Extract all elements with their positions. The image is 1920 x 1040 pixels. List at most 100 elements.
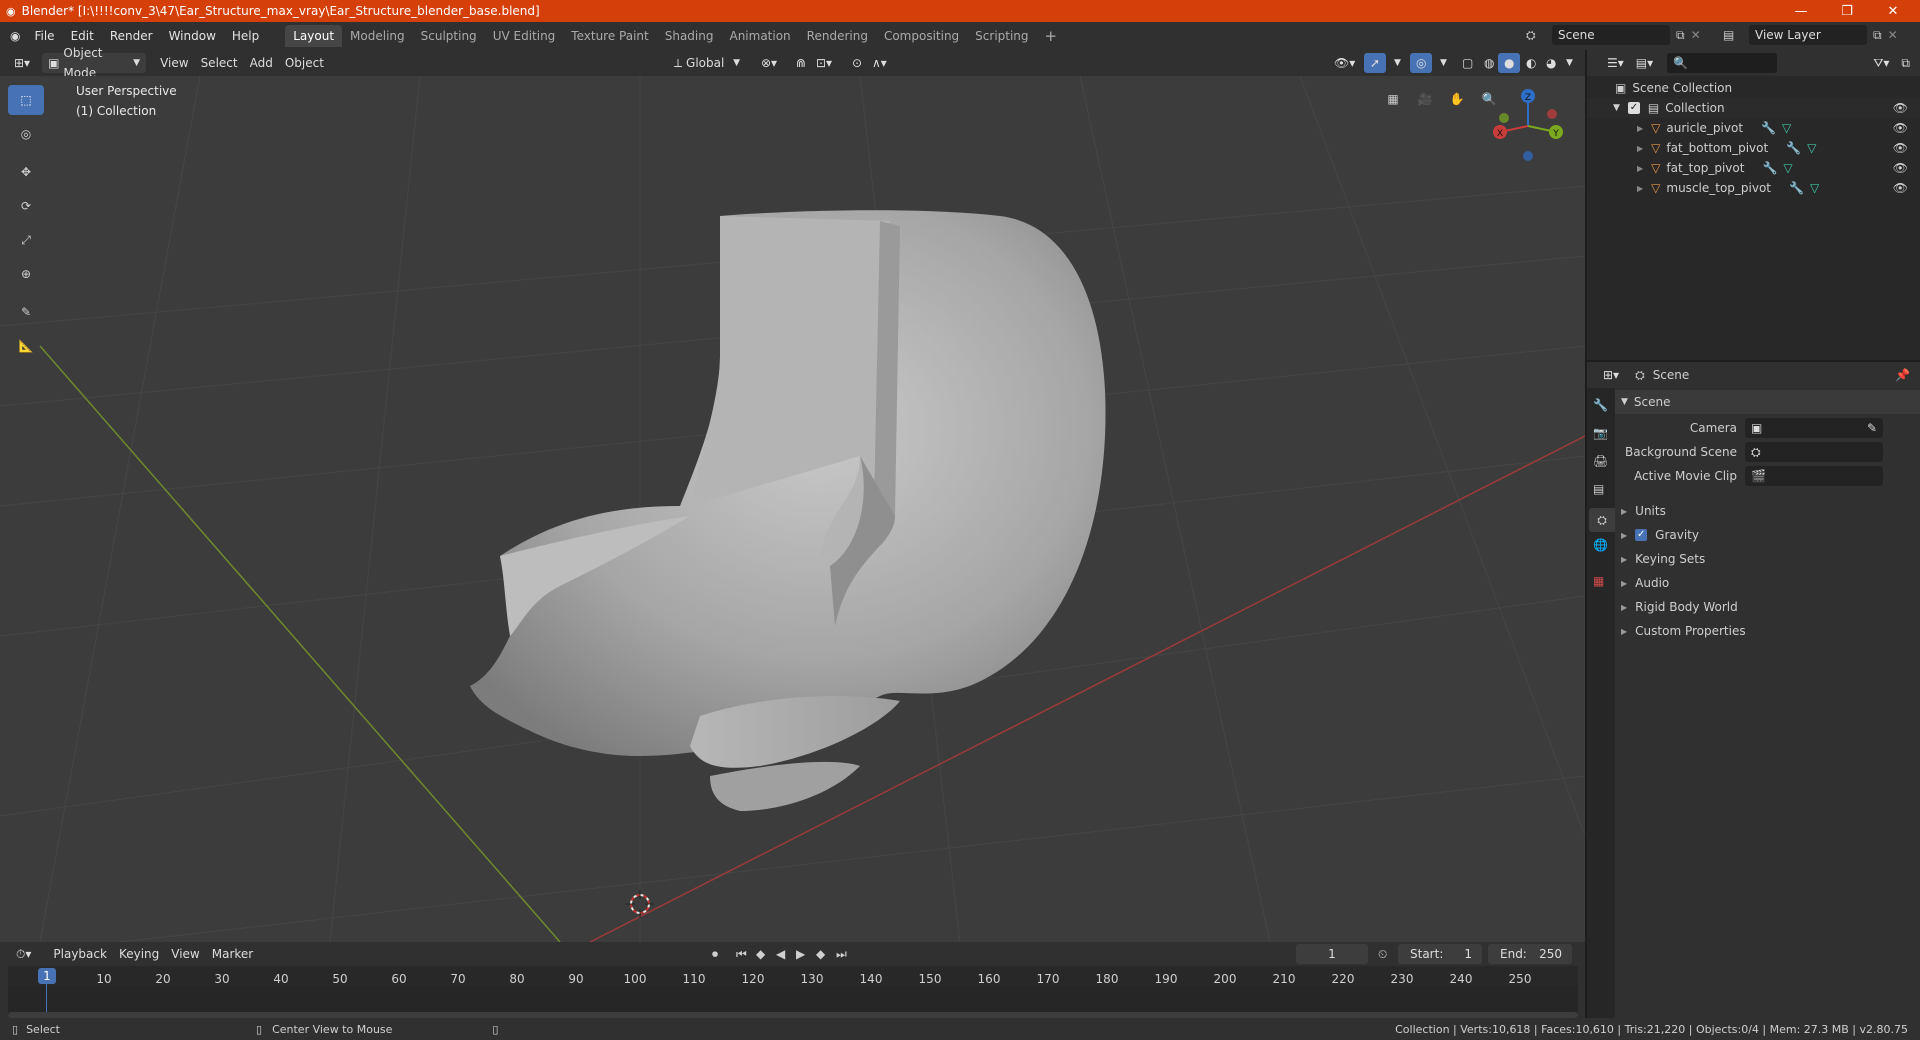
scene-panel-title[interactable]: Scene	[1634, 395, 1671, 409]
expand-icon[interactable]: ▶	[1621, 603, 1627, 612]
outliner-search-field[interactable]: 🔍	[1667, 53, 1778, 73]
add-workspace-button[interactable]: +	[1037, 25, 1066, 47]
eye-icon[interactable]: 👁	[1893, 141, 1908, 155]
eye-icon[interactable]: 👁	[1893, 101, 1908, 115]
pan-view-icon[interactable]: ✋	[1444, 86, 1470, 112]
outliner-filter-icon[interactable]: ⛛▾	[1867, 53, 1895, 73]
perspective-toggle-icon[interactable]: ▦	[1380, 86, 1406, 112]
scene-delete-icon[interactable]: ✕	[1691, 28, 1701, 42]
rotate-tool-icon[interactable]: ⟳	[8, 191, 44, 221]
view-layer-browse-icon[interactable]: ▤	[1723, 28, 1749, 42]
falloff-icon[interactable]: ∧▾	[866, 53, 893, 73]
collection-checkbox[interactable]: ✓	[1627, 102, 1640, 114]
proportional-edit-icon[interactable]: ⊙	[846, 53, 868, 73]
render-tab-icon[interactable]: 📷	[1593, 426, 1608, 440]
texture-tab-icon[interactable]: ▦	[1593, 574, 1604, 588]
editor-type-icon[interactable]: ⊞▾	[8, 53, 36, 73]
tab-modeling[interactable]: Modeling	[342, 25, 413, 47]
eye-icon[interactable]: 👁	[1893, 181, 1908, 195]
tab-sculpting[interactable]: Sculpting	[413, 25, 485, 47]
mesh-data-icon[interactable]: ▽	[1782, 121, 1791, 135]
mesh-data-icon[interactable]: ▽	[1783, 161, 1792, 175]
overlay-dropdown-icon[interactable]: ▼	[1434, 53, 1453, 73]
tab-animation[interactable]: Animation	[721, 25, 798, 47]
cursor-tool-icon[interactable]: ◎	[8, 119, 44, 149]
section-units[interactable]: Units	[1635, 504, 1666, 518]
collection-label[interactable]: Collection	[1665, 101, 1724, 115]
minimize-button[interactable]: —	[1778, 0, 1824, 22]
outliner-item-muscle-top-pivot[interactable]: muscle_top_pivot	[1666, 181, 1771, 195]
expand-icon[interactable]: ▶	[1621, 555, 1627, 564]
section-rigid-body-world[interactable]: Rigid Body World	[1635, 600, 1738, 614]
tool-tab-icon[interactable]: 🔧	[1593, 398, 1608, 412]
camera-field[interactable]: ▣ ✎	[1745, 418, 1883, 438]
eye-icon[interactable]: 👁	[1893, 121, 1908, 135]
maximize-button[interactable]: ❐	[1824, 0, 1870, 22]
view-layer-delete-icon[interactable]: ✕	[1888, 28, 1898, 42]
expand-icon[interactable]: ▶	[1621, 531, 1627, 540]
outliner-item-auricle-pivot[interactable]: auricle_pivot	[1666, 121, 1743, 135]
viewport-menu-view[interactable]: View	[154, 53, 194, 73]
tab-rendering[interactable]: Rendering	[799, 25, 876, 47]
close-button[interactable]: ✕	[1870, 0, 1916, 22]
eyedropper-icon[interactable]: ✎	[1867, 418, 1877, 438]
scene-new-icon[interactable]: ⧉	[1676, 28, 1685, 43]
expand-icon[interactable]: ▶	[1621, 579, 1627, 588]
modifier-wrench-icon[interactable]: 🔧	[1789, 181, 1804, 195]
tab-compositing[interactable]: Compositing	[876, 25, 967, 47]
section-audio[interactable]: Audio	[1635, 576, 1669, 590]
transform-tool-icon[interactable]: ⊕	[8, 259, 44, 289]
collection-expand-icon[interactable]: ▼	[1613, 103, 1620, 113]
mode-selector[interactable]: ▣ Object Mode ▼	[42, 46, 147, 80]
viewport-menu-select[interactable]: Select	[195, 53, 244, 73]
menu-file[interactable]: File	[26, 25, 62, 47]
section-custom-properties[interactable]: Custom Properties	[1635, 624, 1745, 638]
scene-name-field[interactable]: Scene	[1552, 25, 1670, 45]
tab-scripting[interactable]: Scripting	[967, 25, 1036, 47]
blender-menu-icon[interactable]: ◉	[10, 29, 20, 43]
solid-shading-icon[interactable]: ●	[1498, 53, 1521, 73]
menu-window[interactable]: Window	[161, 25, 224, 47]
xray-toggle-icon[interactable]: ▢	[1456, 53, 1479, 73]
eye-icon[interactable]: 👁	[1893, 161, 1908, 175]
modifier-wrench-icon[interactable]: 🔧	[1786, 141, 1801, 155]
mesh-data-icon[interactable]: ▽	[1810, 181, 1819, 195]
world-tab-icon[interactable]: 🌐	[1593, 538, 1608, 552]
active-movie-clip-field[interactable]: 🎬	[1745, 466, 1883, 486]
section-keying-sets[interactable]: Keying Sets	[1635, 552, 1705, 566]
gravity-checkbox[interactable]: ✓	[1635, 529, 1648, 541]
scene-collection-label[interactable]: Scene Collection	[1632, 81, 1732, 95]
expand-icon[interactable]: ▶	[1637, 184, 1643, 193]
snap-toggle-icon[interactable]: ⋒	[790, 53, 812, 73]
view-layer-name-field[interactable]: View Layer	[1749, 25, 1867, 45]
modifier-wrench-icon[interactable]: 🔧	[1761, 121, 1776, 135]
modifier-wrench-icon[interactable]: 🔧	[1762, 161, 1777, 175]
tab-shading[interactable]: Shading	[657, 25, 722, 47]
3d-viewport[interactable]: User Perspective (1) Collection ▦ 🎥 ✋ 🔍 …	[0, 76, 1585, 942]
view-layer-tab-icon[interactable]: ▤	[1593, 482, 1604, 496]
move-tool-icon[interactable]: ✥	[8, 157, 44, 187]
expand-icon[interactable]: ▶	[1621, 627, 1627, 636]
select-box-tool-icon[interactable]: ⬚	[8, 85, 44, 115]
outliner-editor-type-icon[interactable]: ☰▾	[1601, 53, 1630, 73]
view-layer-new-icon[interactable]: ⧉	[1873, 28, 1882, 43]
menu-help[interactable]: Help	[224, 25, 267, 47]
camera-view-icon[interactable]: 🎥	[1412, 86, 1438, 112]
viewport-menu-add[interactable]: Add	[244, 53, 279, 73]
overlay-toggle-icon[interactable]: ◎	[1410, 53, 1433, 73]
snap-element-icon[interactable]: ⊡▾	[810, 53, 838, 73]
expand-icon[interactable]: ▶	[1621, 507, 1627, 516]
tab-layout[interactable]: Layout	[285, 25, 343, 47]
outliner-item-fat-bottom-pivot[interactable]: fat_bottom_pivot	[1666, 141, 1768, 155]
scale-tool-icon[interactable]: ⤢	[8, 225, 44, 255]
measure-tool-icon[interactable]: 📐	[8, 331, 44, 361]
panel-collapse-icon[interactable]: ▼	[1621, 397, 1628, 407]
visibility-selectability-icon[interactable]: 👁▾	[1328, 53, 1361, 73]
gizmo-dropdown-icon[interactable]: ▼	[1388, 53, 1407, 73]
expand-icon[interactable]: ▶	[1637, 144, 1643, 153]
shading-dropdown-icon[interactable]: ▼	[1560, 53, 1579, 73]
navigation-gizmo[interactable]: Z Y X	[1486, 84, 1568, 166]
expand-icon[interactable]: ▶	[1637, 164, 1643, 173]
annotate-tool-icon[interactable]: ✎	[8, 297, 44, 327]
section-gravity[interactable]: Gravity	[1655, 528, 1699, 542]
